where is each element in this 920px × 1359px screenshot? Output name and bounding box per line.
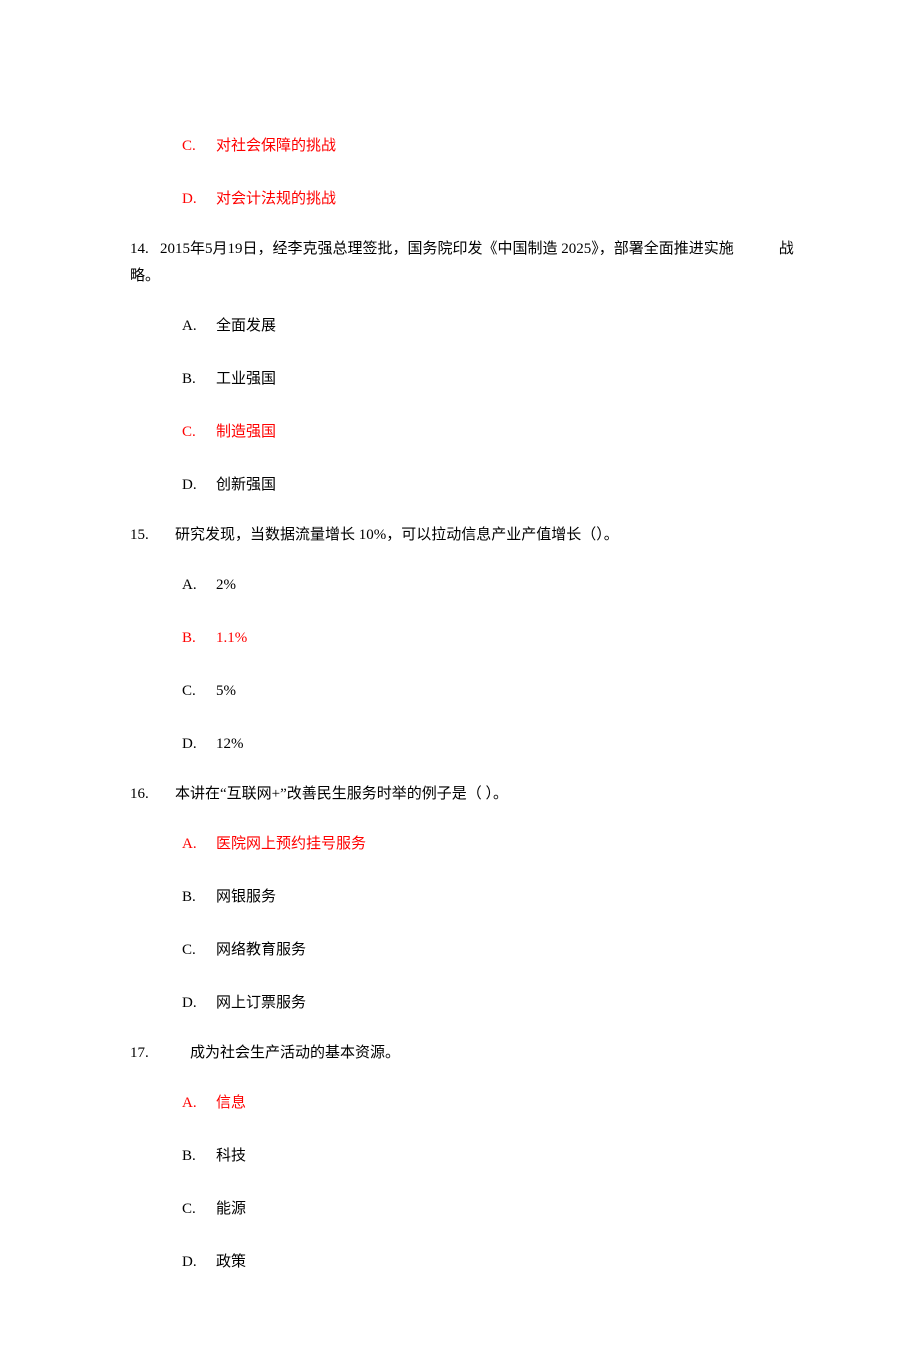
option: A.2% [100, 569, 820, 602]
option: D.对会计法规的挑战 [100, 183, 820, 216]
question: 16. 本讲在“互联网+”改善民生服务时举的例子是（ ）。 [100, 781, 820, 808]
option-letter: D. [182, 183, 216, 216]
option-text: 网络教育服务 [216, 942, 306, 958]
option: D.创新强国 [100, 469, 820, 502]
option-text: 科技 [216, 1148, 246, 1164]
option-letter: D. [182, 987, 216, 1020]
question-number: 17. [130, 1040, 160, 1067]
question-number: 15. [130, 522, 160, 549]
option-text: 对社会保障的挑战 [216, 138, 336, 154]
option-letter: B. [182, 622, 216, 655]
option: B.工业强国 [100, 363, 820, 396]
question-stem: 2015年5月19日，经李克强总理签批，国务院印发《中国制造 2025》，部署全… [130, 241, 794, 284]
option-text: 对会计法规的挑战 [216, 191, 336, 207]
question-stem: 研究发现，当数据流量增长 10%，可以拉动信息产业产值增长（）。 [160, 527, 619, 543]
option-letter: A. [182, 310, 216, 343]
option: D.网上订票服务 [100, 987, 820, 1020]
option-text: 12% [216, 736, 244, 752]
option-letter: C. [182, 675, 216, 708]
question: 15. 研究发现，当数据流量增长 10%，可以拉动信息产业产值增长（）。 [100, 522, 820, 549]
option: C.对社会保障的挑战 [100, 130, 820, 163]
option: A.信息 [100, 1087, 820, 1120]
option-letter: A. [182, 569, 216, 602]
option-text: 工业强国 [216, 371, 276, 387]
option-letter: C. [182, 416, 216, 449]
option-letter: B. [182, 1140, 216, 1173]
option-letter: A. [182, 828, 216, 861]
option: D.政策 [100, 1246, 820, 1279]
option-letter: B. [182, 363, 216, 396]
question-number: 14. [130, 236, 160, 263]
option: C.制造强国 [100, 416, 820, 449]
option-text: 网银服务 [216, 889, 276, 905]
option: A.全面发展 [100, 310, 820, 343]
question: 14.2015年5月19日，经李克强总理签批，国务院印发《中国制造 2025》，… [100, 236, 820, 290]
question-stem: 本讲在“互联网+”改善民生服务时举的例子是（ ）。 [160, 786, 508, 802]
option-letter: C. [182, 934, 216, 967]
option: B.科技 [100, 1140, 820, 1173]
option-text: 全面发展 [216, 318, 276, 334]
option-text: 能源 [216, 1201, 246, 1217]
question: 17. 成为社会生产活动的基本资源。 [100, 1040, 820, 1067]
option-letter: C. [182, 130, 216, 163]
option-letter: D. [182, 728, 216, 761]
option-letter: B. [182, 881, 216, 914]
option-text: 信息 [216, 1095, 246, 1111]
question-stem: 成为社会生产活动的基本资源。 [160, 1045, 400, 1061]
option: B.1.1% [100, 622, 820, 655]
option-letter: D. [182, 1246, 216, 1279]
question-number: 16. [130, 781, 160, 808]
option: D.12% [100, 728, 820, 761]
option: A.医院网上预约挂号服务 [100, 828, 820, 861]
option-letter: A. [182, 1087, 216, 1120]
option: C.能源 [100, 1193, 820, 1226]
option-text: 5% [216, 683, 236, 699]
option-text: 创新强国 [216, 477, 276, 493]
option-text: 医院网上预约挂号服务 [216, 836, 366, 852]
option-text: 网上订票服务 [216, 995, 306, 1011]
option-text: 政策 [216, 1254, 246, 1270]
option-text: 2% [216, 577, 236, 593]
option-letter: C. [182, 1193, 216, 1226]
option-text: 制造强国 [216, 424, 276, 440]
option: C.网络教育服务 [100, 934, 820, 967]
option: C.5% [100, 675, 820, 708]
exam-page: C.对社会保障的挑战D.对会计法规的挑战14.2015年5月19日，经李克强总理… [100, 130, 820, 1279]
option: B.网银服务 [100, 881, 820, 914]
option-letter: D. [182, 469, 216, 502]
option-text: 1.1% [216, 630, 247, 646]
